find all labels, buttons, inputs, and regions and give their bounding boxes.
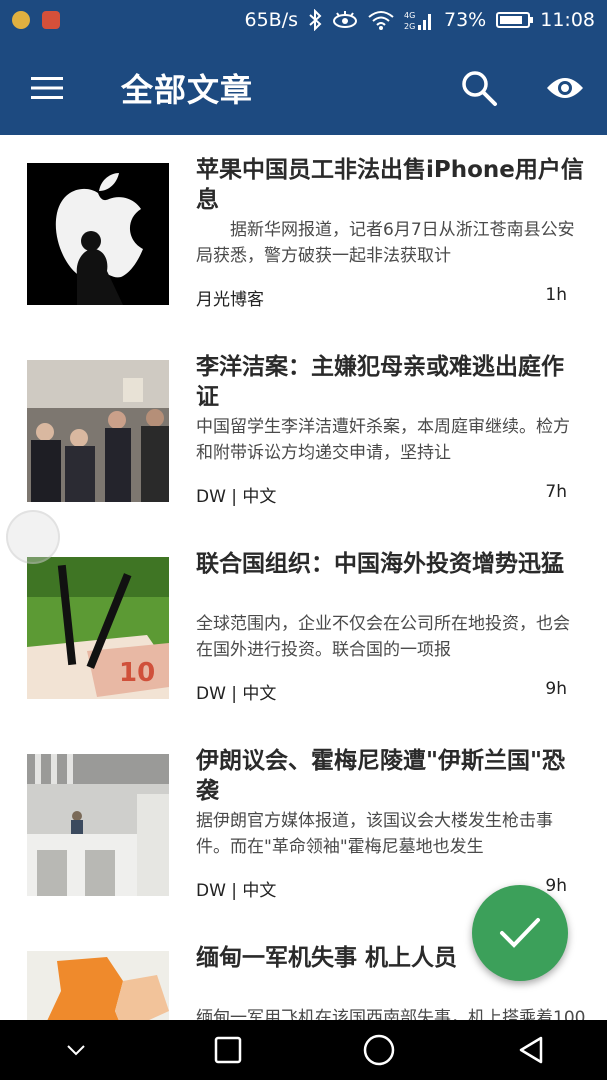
article-title: 苹果中国员工非法出售iPhone用户信息 — [196, 157, 584, 213]
nav-collapse-button[interactable] — [46, 1020, 106, 1080]
article-title: 李洋洁案：主嫌犯母亲或难逃出庭作证 — [196, 354, 564, 410]
article-snippet: 中国留学生李洋洁遭奸杀案，本周庭审继续。检方和附带诉讼方均递交申请，坚持让 — [196, 417, 570, 463]
nav-back-button[interactable] — [501, 1020, 561, 1080]
article-snippet: 据伊朗官方媒体报道，该国议会大楼发生枪击事件。而在"革命领袖"霍梅尼墓地也发生 — [196, 811, 553, 857]
article-source: 月光博客 — [196, 290, 264, 310]
eye-icon — [547, 77, 583, 98]
article-snippet: 缅甸一军用飞机在该国西南部失事，机上搭乘着100多名乘客。（德国之声中文网） — [196, 1008, 586, 1020]
eye-comfort-icon — [333, 11, 357, 28]
check-icon — [500, 918, 540, 948]
article-snippet: 全球范围内，企业不仅会在公司所在地投资，也会在国外进行投资。联合国的一项报 — [196, 614, 570, 660]
signal-icon: 4G 2G — [404, 11, 431, 31]
svg-text:2G: 2G — [404, 22, 415, 31]
search-icon — [462, 70, 497, 106]
recent-icon — [214, 1036, 241, 1064]
svg-text:4G: 4G — [404, 11, 415, 20]
article-thumbnail — [27, 754, 169, 896]
article-thumbnail: 10 — [27, 557, 169, 699]
article-snippet: 据新华网报道，记者6月7日从浙江苍南县公安局获悉，警方破获一起非法获取计 — [196, 220, 575, 266]
view-toggle-button[interactable] — [537, 60, 593, 116]
home-icon — [364, 1034, 395, 1066]
article-time: 9h — [545, 876, 567, 896]
article-source: DW | 中文 — [196, 684, 277, 704]
svg-text:10: 10 — [119, 658, 155, 688]
article-time: 1h — [545, 285, 567, 305]
chevron-down-icon — [67, 1045, 85, 1056]
nav-home-button[interactable] — [349, 1020, 409, 1080]
bluetooth-icon — [309, 9, 322, 31]
page-title: 全部文章 — [121, 70, 254, 109]
article-item[interactable]: 李洋洁案：主嫌犯母亲或难逃出庭作证 中国留学生李洋洁遭奸杀案，本周庭审继续。检方… — [0, 332, 607, 529]
battery-icon — [496, 12, 534, 28]
app-bar: 全部文章 — [0, 40, 607, 135]
article-source: DW | 中文 — [196, 487, 277, 507]
article-time: 9h — [545, 679, 567, 699]
article-item[interactable]: 苹果中国员工非法出售iPhone用户信息 据新华网报道，记者6月7日从浙江苍南县… — [0, 135, 607, 332]
article-thumbnail — [27, 951, 169, 1020]
article-title: 伊朗议会、霍梅尼陵遭"伊斯兰国"恐袭 — [196, 748, 565, 804]
status-bar: 65B/s 4G 2G 73% 11:08 — [0, 0, 607, 40]
battery-percent: 73% — [444, 9, 487, 31]
clock: 11:08 — [540, 9, 595, 31]
article-thumbnail — [27, 163, 169, 305]
floating-ball[interactable] — [6, 510, 60, 564]
article-source: DW | 中文 — [196, 881, 277, 901]
menu-icon — [31, 76, 63, 99]
article-title: 联合国组织：中国海外投资增势迅猛 — [196, 551, 564, 577]
menu-button[interactable] — [15, 56, 79, 120]
article-thumbnail — [27, 360, 169, 502]
status-indicators: 65B/s 4G 2G 73% 11:08 — [244, 9, 595, 31]
search-button[interactable] — [451, 60, 507, 116]
network-speed: 65B/s — [244, 9, 298, 31]
wifi-icon — [368, 11, 394, 30]
article-item[interactable]: 10 联合国组织：中国海外投资增势迅猛 全球范围内，企业不仅会在公司所在地投资，… — [0, 529, 607, 726]
article-time: 7h — [545, 482, 567, 502]
mark-read-button[interactable] — [472, 885, 568, 981]
notification-icons — [12, 11, 60, 29]
app-notification-icon — [42, 11, 60, 29]
app-notification-icon — [12, 11, 30, 29]
navigation-bar — [0, 1020, 607, 1080]
back-icon — [519, 1036, 543, 1064]
nav-recent-button[interactable] — [198, 1020, 258, 1080]
